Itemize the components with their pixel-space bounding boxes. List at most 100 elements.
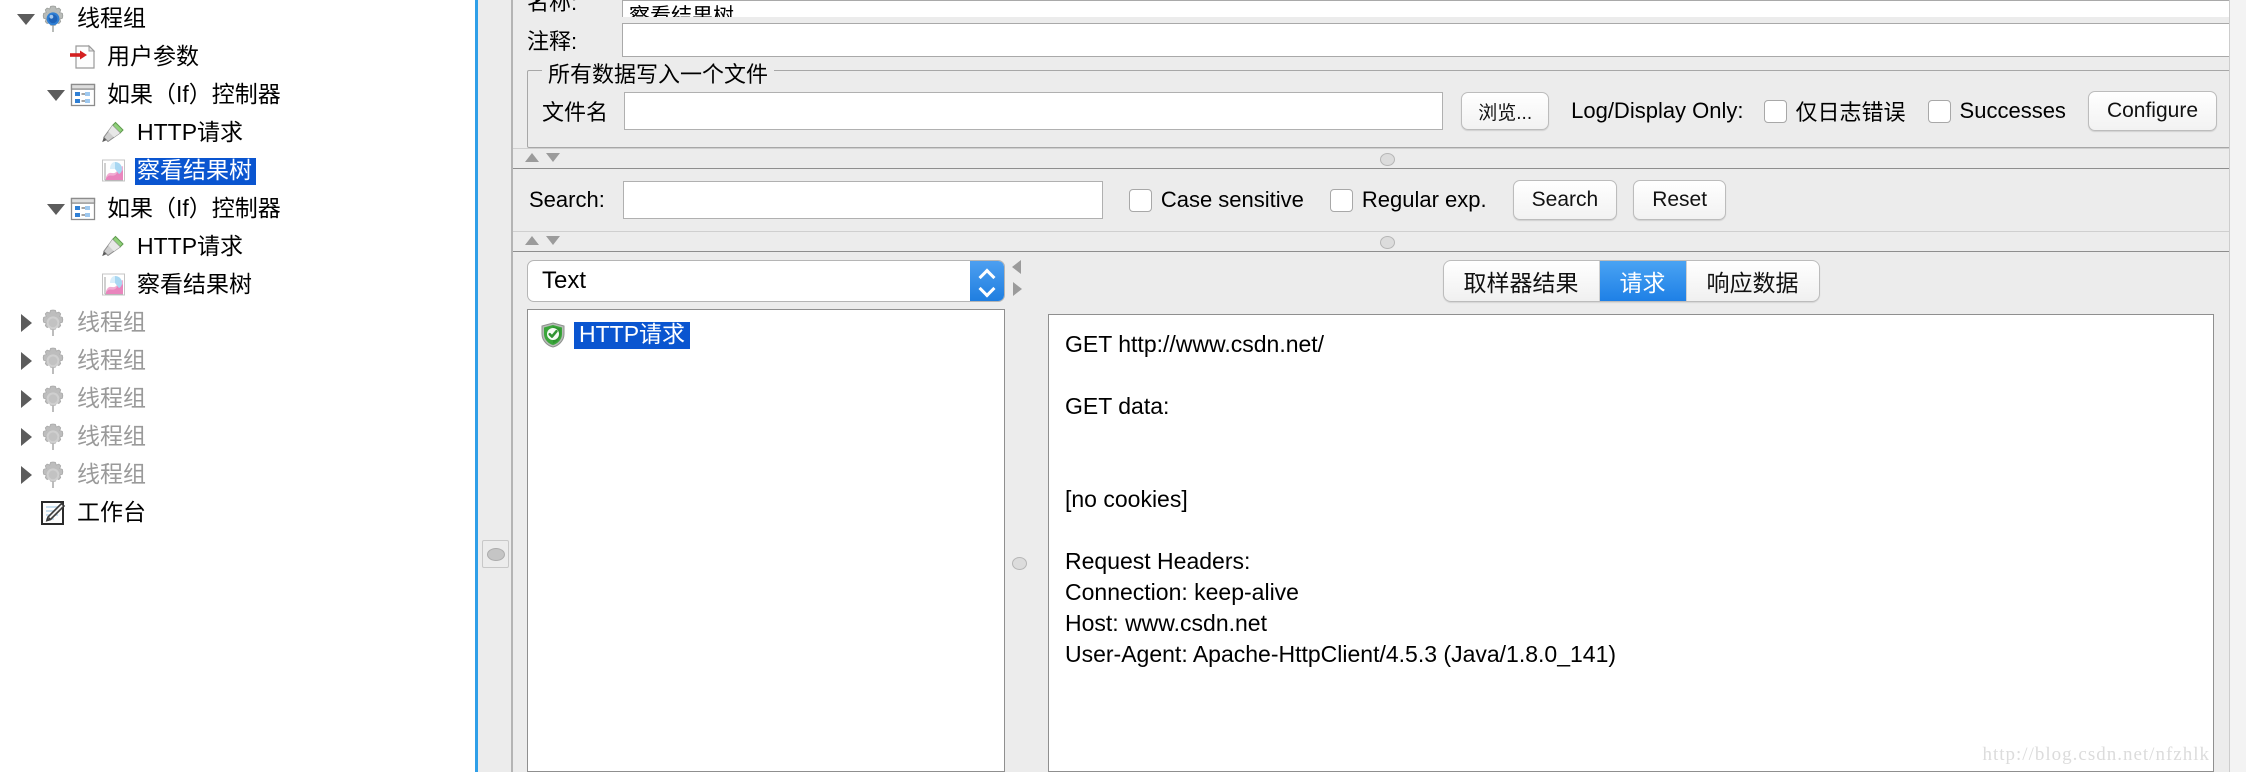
browse-button[interactable]: 浏览... [1461,92,1550,130]
request-detail-box[interactable]: GET http://www.csdn.net/ GET data: [no c… [1048,314,2214,772]
gear-icon-disabled [38,384,68,414]
view-results-tree-icon [98,270,128,300]
log-display-only-label: Log/Display Only: [1571,98,1744,123]
tree-item-label: 察看结果树 [135,157,256,185]
tree-item[interactable]: 线程组 [0,342,475,380]
splitter-grip[interactable] [482,540,509,568]
result-detail-panel: 取样器结果 请求 响应数据 GET http://www.csdn.net/ GET… [1030,252,2246,772]
tree-item-label: 线程组 [77,308,146,335]
results-inner-splitter[interactable] [1008,252,1030,772]
filename-input[interactable] [624,92,1444,130]
gear-icon-disabled [38,308,68,338]
tree-item-label: 线程组 [77,4,146,31]
successes-checkbox[interactable]: Successes [1927,98,2066,124]
tree-item[interactable]: 线程组 [0,304,475,342]
gear-icon-disabled [38,346,68,376]
tree-item-label: 用户参数 [107,42,199,69]
editor-scrollbar[interactable] [2229,0,2246,772]
twisty-collapsed-icon[interactable] [14,456,38,494]
horizontal-splitter-bottom[interactable] [513,231,2246,251]
tree-item-label: 工作台 [77,498,146,525]
workbench-icon [38,498,68,528]
twisty-expanded-icon[interactable] [44,76,68,114]
result-tab[interactable]: 取样器结果 [1444,261,1600,301]
regular-exp-checkbox[interactable]: Regular exp. [1329,187,1487,213]
http-request-icon [98,232,128,262]
twisty-collapsed-icon[interactable] [14,304,38,342]
tree-item[interactable]: 如果（If）控制器 [0,190,475,228]
search-button[interactable]: Search [1512,180,1618,220]
jmeter-window: 线程组 用户参数 如果（If）控制器 HTTP请求 察看结果树 如果（If）控制… [0,0,2246,772]
chevron-down-icon [981,283,994,291]
if-controller-icon [68,80,98,110]
gear-icon-disabled [38,460,68,490]
tree-item[interactable]: 工作台 [0,494,475,532]
tree-item[interactable]: HTTP请求 [0,228,475,266]
collapse-up-icon[interactable] [525,236,539,245]
tree-item[interactable]: 用户参数 [0,38,475,76]
tree-item[interactable]: 线程组 [0,418,475,456]
if-controller-icon [68,194,98,224]
comment-input[interactable] [622,23,2232,57]
errors-only-checkbox[interactable]: 仅日志错误 [1763,95,1906,127]
vertical-splitter[interactable] [478,0,512,772]
tree-item[interactable]: 如果（If）控制器 [0,76,475,114]
tree-item[interactable]: HTTP请求 [0,114,475,152]
gear-icon-disabled [38,422,68,452]
reset-button[interactable]: Reset [1633,180,1727,220]
twisty-collapsed-icon[interactable] [14,380,38,418]
result-tab[interactable]: 请求 [1599,261,1687,301]
tree-item[interactable]: 察看结果树 [0,152,475,190]
sampler-result-row[interactable]: HTTP请求 [528,318,1004,352]
tree-item[interactable]: 线程组 [0,0,475,38]
configure-button[interactable]: Configure [2087,91,2217,131]
results-area: Text HTTP请求 取样器结果 请求 响应数据 GET http://www… [513,251,2246,772]
twisty-collapsed-icon[interactable] [14,342,38,380]
splitter-grip[interactable] [1379,153,1395,166]
combo-spinner[interactable] [970,261,1004,301]
name-input[interactable]: 察看结果树 [622,0,2232,17]
search-input[interactable] [622,181,1103,219]
tree-item-label: HTTP请求 [137,118,244,145]
tree-item[interactable]: 线程组 [0,456,475,494]
collapse-down-icon[interactable] [546,153,560,162]
twisty-expanded-icon[interactable] [14,0,38,38]
renderer-combo[interactable]: Text [527,260,1005,302]
result-tab[interactable]: 响应数据 [1687,261,1819,301]
checkbox-box [1128,188,1152,212]
result-tab-strip: 取样器结果 请求 响应数据 [1030,260,2232,309]
tree-item-label: 察看结果树 [137,270,252,297]
twisty-expanded-icon[interactable] [44,190,68,228]
listener-editor-panel: 名称: 察看结果树 注释: 所有数据写入一个文件 文件名 浏览... Log/D… [512,0,2246,772]
horizontal-splitter-top[interactable] [513,148,2246,168]
checkbox-box [1763,99,1787,123]
case-sensitive-checkbox[interactable]: Case sensitive [1128,187,1304,213]
sampler-result-label: HTTP请求 [574,321,691,349]
test-plan-tree[interactable]: 线程组 用户参数 如果（If）控制器 HTTP请求 察看结果树 如果（If）控制… [0,0,475,772]
sampler-result-tree[interactable]: HTTP请求 [527,309,1005,772]
twisty-collapsed-icon[interactable] [14,418,38,456]
checkbox-box [1927,99,1951,123]
splitter-grip[interactable] [1012,557,1027,570]
success-shield-icon [540,322,566,354]
filename-label: 文件名 [542,100,609,125]
tree-item[interactable]: 察看结果树 [0,266,475,304]
name-label: 名称: [527,0,578,15]
splitter-grip[interactable] [1379,236,1395,249]
tree-item[interactable]: 线程组 [0,380,475,418]
view-results-tree-icon [98,156,128,186]
case-sensitive-label: Case sensitive [1160,187,1304,212]
successes-label: Successes [1959,98,2066,123]
collapse-up-icon[interactable] [525,153,539,162]
tree-item-label: 如果（If）控制器 [107,194,281,221]
tree-item-label: 线程组 [77,422,146,449]
http-request-icon [98,118,128,148]
collapse-down-icon[interactable] [546,236,560,245]
request-detail-text: GET http://www.csdn.net/ GET data: [no c… [1065,331,1617,667]
checkbox-box [1329,188,1353,212]
regular-exp-label: Regular exp. [1361,187,1487,212]
sampler-results-panel: Text HTTP请求 [513,252,1008,772]
